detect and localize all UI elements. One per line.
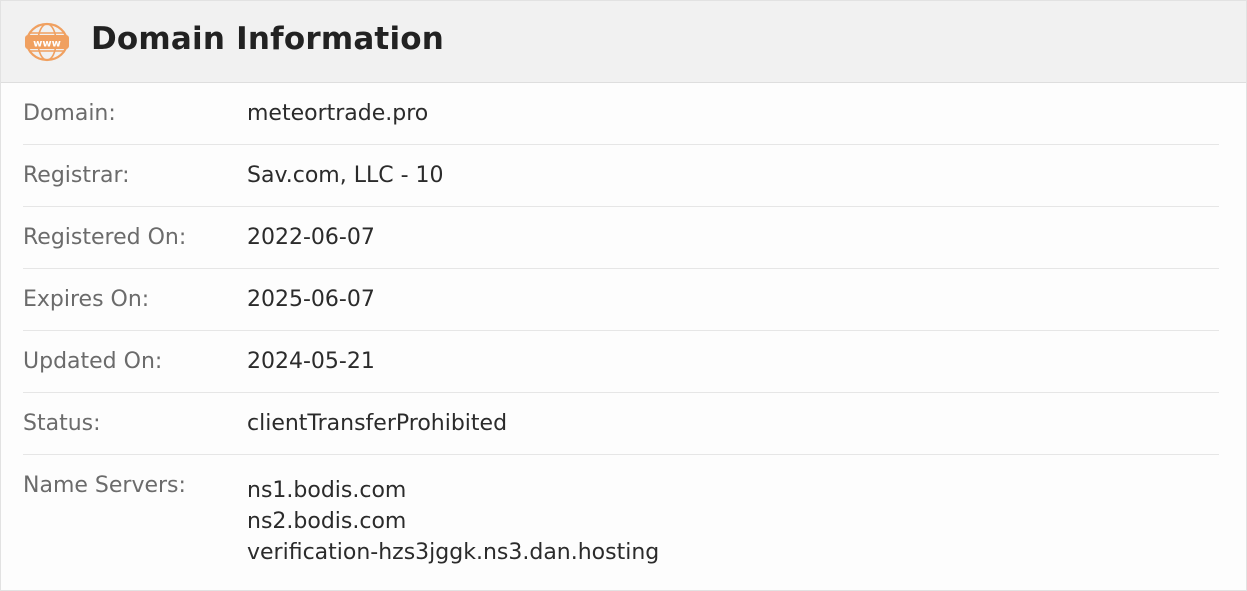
row-label: Expires On: (23, 287, 150, 312)
info-row-expires-on: Expires On: 2025-06-07 (23, 269, 1219, 331)
row-value: clientTransferProhibited (247, 411, 508, 436)
row-value: 2025-06-07 (247, 287, 375, 312)
row-value: 2024-05-21 (247, 349, 375, 374)
panel-header: www Domain Information (1, 1, 1246, 83)
row-label: Registrar: (23, 163, 130, 188)
logo-text: www (33, 38, 61, 49)
www-globe-icon: www (24, 22, 70, 62)
page-title: Domain Information (91, 20, 445, 57)
row-label: Registered On: (23, 225, 187, 250)
row-value: Sav.com, LLC - 10 (247, 163, 444, 188)
info-row-domain: Domain: meteortrade.pro (23, 83, 1219, 145)
name-server-list: ns1.bodis.com ns2.bodis.com verification… (247, 455, 659, 571)
info-row-name-servers: Name Servers: ns1.bodis.com ns2.bodis.co… (23, 455, 1219, 571)
row-label: Name Servers: (23, 473, 186, 498)
name-server-item: verification-hzs3jggk.ns3.dan.hosting (247, 540, 660, 565)
domain-info-panel: www Domain Information Domain: meteortra… (0, 0, 1247, 591)
row-label: Domain: (23, 101, 116, 126)
row-value: 2022-06-07 (247, 225, 375, 250)
info-row-status: Status: clientTransferProhibited (23, 393, 1219, 455)
row-label: Status: (23, 411, 101, 436)
info-row-updated-on: Updated On: 2024-05-21 (23, 331, 1219, 393)
row-value: meteortrade.pro (247, 101, 429, 126)
row-label: Updated On: (23, 349, 163, 374)
info-row-registered-on: Registered On: 2022-06-07 (23, 207, 1219, 269)
info-table: Domain: meteortrade.pro Registrar: Sav.c… (1, 83, 1246, 571)
info-row-registrar: Registrar: Sav.com, LLC - 10 (23, 145, 1219, 207)
